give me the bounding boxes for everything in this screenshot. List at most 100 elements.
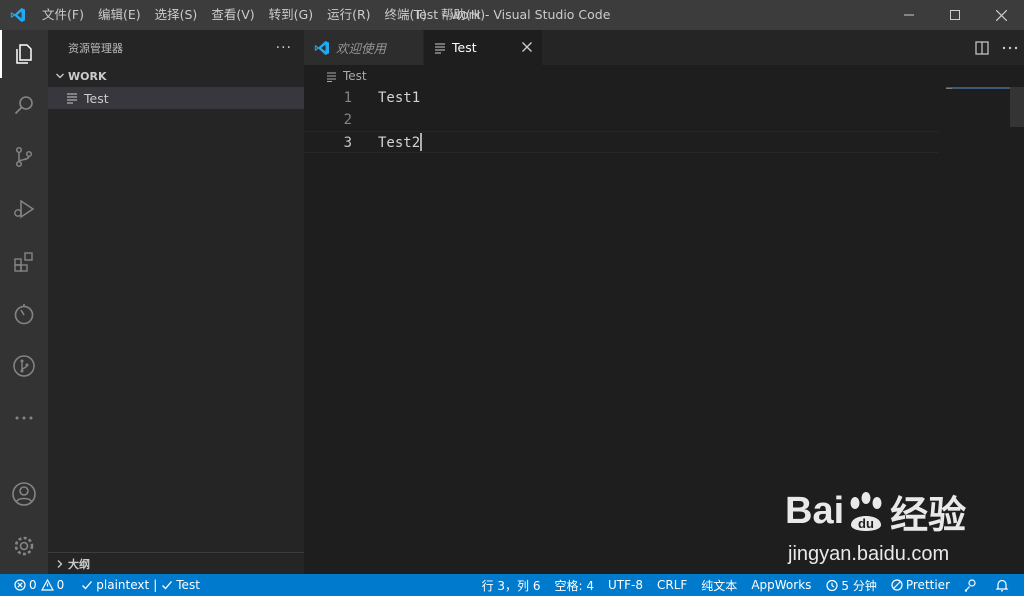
encoding-status[interactable]: UTF-8: [601, 574, 650, 596]
language-status[interactable]: plaintext | Test: [71, 574, 207, 596]
tab-label: Test: [452, 40, 477, 55]
breadcrumb-file: Test: [343, 69, 367, 83]
window-controls: [886, 0, 1024, 30]
minimize-button[interactable]: [886, 0, 932, 30]
code-editor[interactable]: 1 Test1 2 3 Test2: [304, 87, 938, 153]
gear-icon: [14, 536, 34, 556]
menu-help[interactable]: 帮助(H): [434, 0, 492, 30]
chevron-right-icon: [52, 559, 68, 569]
line-content: Test1: [378, 90, 421, 106]
maximize-button[interactable]: [932, 0, 978, 30]
chevron-down-icon: [52, 71, 68, 81]
text-file-icon: [434, 42, 446, 54]
notifications-button[interactable]: [988, 574, 1024, 596]
close-icon: [995, 9, 1007, 21]
minimap-slider[interactable]: [946, 87, 1010, 89]
file-item-test[interactable]: Test: [48, 87, 304, 109]
language-mode-status[interactable]: 纯文本: [694, 574, 744, 596]
menu-run[interactable]: 运行(R): [320, 0, 377, 30]
feedback-button[interactable]: [957, 574, 988, 596]
problems-status[interactable]: 0 0: [0, 574, 71, 596]
editor-actions: [968, 30, 1024, 65]
gitlens-button[interactable]: [0, 342, 48, 390]
error-icon: [14, 579, 26, 591]
explorer-more-button[interactable]: ···: [276, 40, 292, 56]
svg-text:du: du: [858, 516, 874, 531]
tab-label: 欢迎使用: [336, 41, 387, 56]
explorer-header: 资源管理器 ···: [48, 30, 304, 65]
run-debug-button[interactable]: [0, 185, 48, 233]
vscode-logo-icon: [0, 0, 36, 30]
title-bar: 文件(F) 编辑(E) 选择(S) 查看(V) 转到(G) 运行(R) 终端(T…: [0, 0, 1024, 30]
line-number: 2: [343, 112, 352, 128]
cursor-position-status[interactable]: 行 3，列 6: [475, 574, 548, 596]
files-icon: [16, 44, 32, 64]
text-file-icon: [66, 92, 82, 104]
close-tab-button[interactable]: [522, 40, 532, 56]
outline-title: 大纲: [68, 557, 90, 571]
breadcrumb[interactable]: Test: [304, 65, 1024, 87]
vscode-logo-icon: [314, 40, 330, 56]
time-status[interactable]: 5 分钟: [818, 574, 883, 596]
feedback-icon: [964, 579, 976, 592]
check-icon: [162, 581, 173, 590]
menu-edit[interactable]: 编辑(E): [91, 0, 148, 30]
line-number: 3: [343, 135, 352, 151]
extensions-icon: [14, 252, 33, 272]
split-editor-icon: [975, 40, 989, 55]
manage-button[interactable]: [0, 522, 48, 570]
more-horizontal-icon: [1002, 46, 1018, 49]
eol-status[interactable]: CRLF: [650, 574, 694, 596]
explorer-button[interactable]: [0, 30, 48, 78]
account-icon: [12, 482, 36, 506]
close-icon: [522, 41, 532, 52]
baidu-logo: Bai du 经验: [785, 490, 967, 537]
indentation-status[interactable]: 空格: 4: [548, 574, 602, 596]
search-icon: [14, 96, 33, 115]
more-actions-button[interactable]: [996, 30, 1024, 65]
menu-file[interactable]: 文件(F): [36, 0, 91, 30]
split-editor-button[interactable]: [968, 30, 996, 65]
timer-icon: [14, 304, 34, 325]
appworks-status[interactable]: AppWorks: [744, 574, 818, 596]
git-graph-icon: [13, 355, 35, 377]
file-name: Test: [84, 90, 109, 106]
run-debug-icon: [14, 199, 35, 219]
check-icon: [82, 581, 93, 590]
extensions-button[interactable]: [0, 238, 48, 286]
close-window-button[interactable]: [978, 0, 1024, 30]
code-line: 1 Test1: [304, 87, 938, 109]
source-control-icon: [15, 146, 33, 168]
line-content: Test2: [378, 135, 421, 151]
prohibited-icon: [891, 579, 903, 591]
outline-section-header[interactable]: 大纲: [48, 552, 304, 574]
source-control-button[interactable]: [0, 133, 48, 181]
folder-name: WORK: [68, 69, 107, 83]
minimap-line: [946, 88, 952, 89]
menu-view[interactable]: 查看(V): [204, 0, 261, 30]
folder-header-work[interactable]: WORK: [48, 65, 304, 87]
text-file-icon: [326, 71, 337, 82]
text-cursor: [420, 133, 423, 151]
code-line: 2: [304, 109, 938, 131]
minimize-icon: [904, 14, 914, 16]
tab-test[interactable]: Test: [424, 30, 543, 65]
code-line-current: 3 Test2: [304, 131, 938, 153]
menu-terminal[interactable]: 终端(T): [378, 0, 434, 30]
baidu-watermark: Bai du 经验 jingyan.baidu.com: [785, 484, 985, 574]
warning-icon: [40, 579, 54, 591]
menu-selection[interactable]: 选择(S): [148, 0, 205, 30]
accounts-button[interactable]: [0, 470, 48, 518]
menu-go[interactable]: 转到(G): [262, 0, 320, 30]
more-views-button[interactable]: [0, 394, 48, 442]
bell-icon: [995, 579, 1009, 592]
explorer-title: 资源管理器: [68, 41, 123, 55]
timeline-button[interactable]: [0, 290, 48, 338]
search-button[interactable]: [0, 81, 48, 129]
tab-welcome[interactable]: 欢迎使用: [304, 30, 424, 65]
vertical-scrollbar[interactable]: [1010, 87, 1024, 127]
prettier-status[interactable]: Prettier: [884, 574, 957, 596]
maximize-icon: [950, 10, 960, 20]
editor-tabs: 欢迎使用 Test: [304, 30, 1024, 65]
baidu-url: jingyan.baidu.com: [788, 543, 950, 565]
